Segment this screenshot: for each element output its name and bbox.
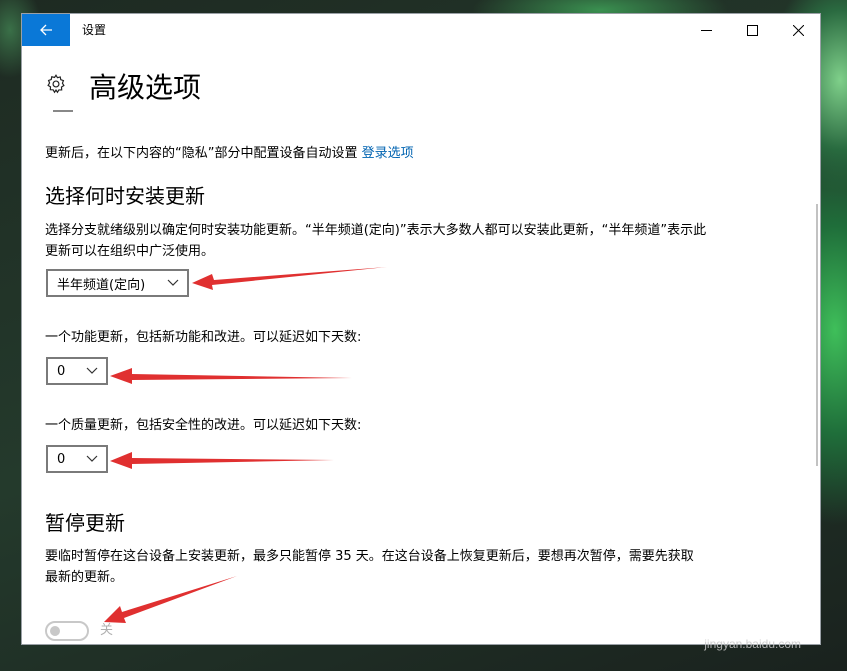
- annotation-arrow: [110, 452, 334, 469]
- annotation-arrow: [192, 267, 387, 290]
- annotation-arrow: [110, 368, 352, 384]
- settings-window: 设置 高级选项 更新后，在以下内容的“隐私”部分中配置设备自动设置 登录选项 选…: [21, 13, 821, 645]
- watermark-brand: Baidu经验: [652, 596, 803, 629]
- watermark-url: jingyan.baidu.com: [704, 637, 801, 651]
- annotation-arrows: [104, 267, 387, 623]
- annotation-arrow: [104, 576, 237, 623]
